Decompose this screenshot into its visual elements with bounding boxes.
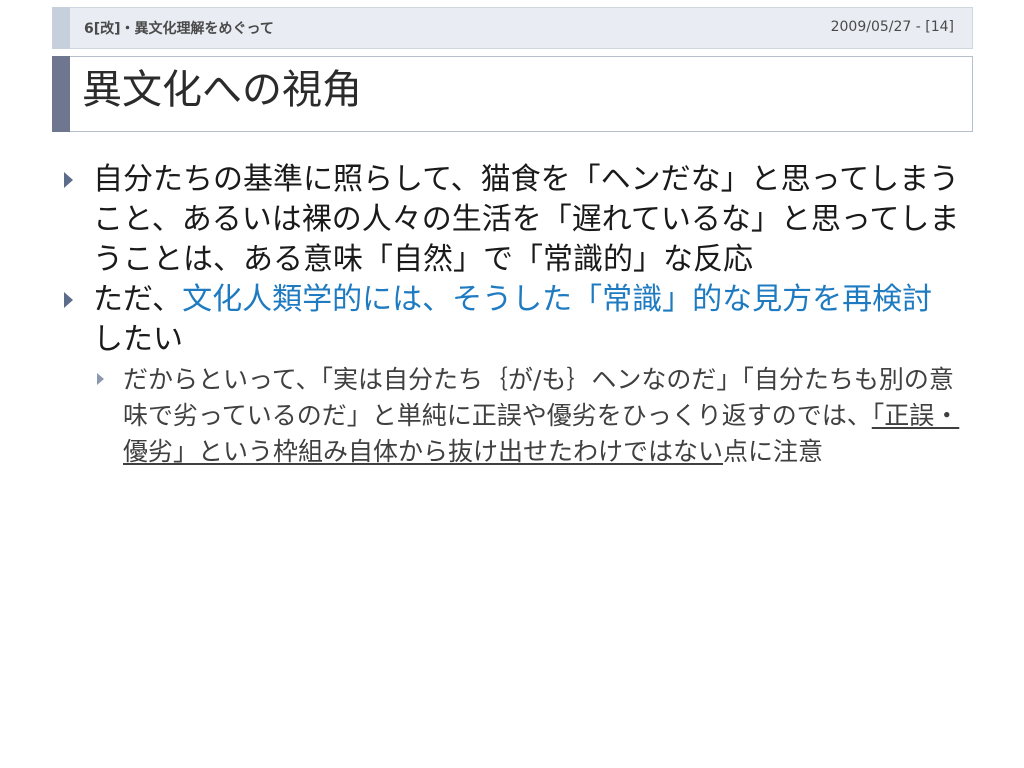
- slide-date-number: 2009/05/27 - [14]: [830, 19, 954, 35]
- slide-title: 異文化への視角: [82, 67, 362, 113]
- sub-bullet-arrow-icon: [97, 373, 104, 385]
- header-accent: [52, 7, 70, 49]
- sub-bullet-item: だからといって、「実は自分たち｛が/も｝ヘンなのだ」「自分たちも別の意味で劣って…: [93, 362, 960, 470]
- sub-bullet-suffix: 点に注意: [723, 437, 824, 466]
- slide-content: 自分たちの基準に照らして、猫食を「ヘンだな」と思ってしまうこと、あるいは裸の人々…: [60, 160, 960, 470]
- bullet-highlight: 文化人類学的には、そうした「常識」的な見方を再検討: [182, 282, 933, 317]
- bullet-item: 自分たちの基準に照らして、猫食を「ヘンだな」と思ってしまうこと、あるいは裸の人々…: [60, 160, 960, 280]
- bullet-arrow-icon: [64, 292, 73, 308]
- sub-bullet-prefix: だからといって、「実は自分たち｛が/も｝ヘンなのだ」「自分たちも別の意味で劣って…: [123, 365, 954, 430]
- bullet-text: 自分たちの基準に照らして、猫食を「ヘンだな」と思ってしまうこと、あるいは裸の人々…: [93, 162, 960, 277]
- bullet-suffix: したい: [93, 322, 183, 357]
- bullet-prefix: ただ、: [93, 282, 183, 317]
- lecture-title: 6[改]・異文化理解をめぐって: [84, 21, 274, 37]
- bullet-item: ただ、文化人類学的には、そうした「常識」的な見方を再検討したい: [60, 280, 960, 360]
- title-accent: [52, 56, 70, 132]
- bullet-arrow-icon: [64, 172, 73, 188]
